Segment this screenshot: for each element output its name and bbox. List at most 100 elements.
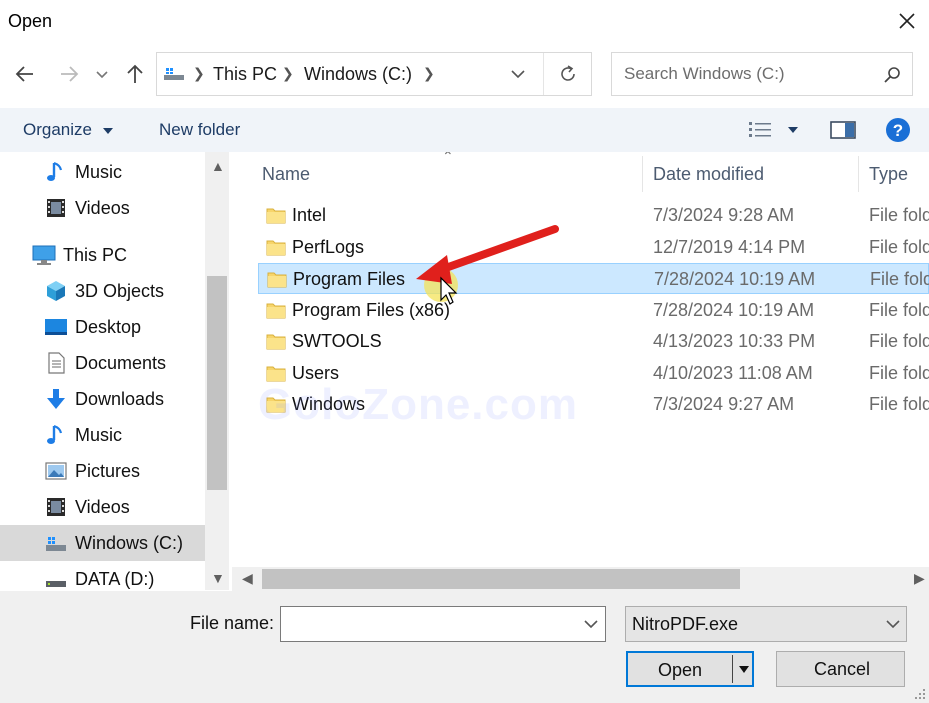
open-button[interactable]: Open <box>626 651 754 687</box>
open-button-label: Open <box>658 660 703 680</box>
refresh-icon[interactable] <box>557 63 579 85</box>
videos-icon <box>47 498 65 516</box>
file-name-label: File name: <box>190 613 275 633</box>
desktop-icon <box>45 319 67 335</box>
column-header-type[interactable]: Type <box>869 164 908 185</box>
nav-item-label: Windows (C:) <box>75 533 184 553</box>
nav-item-windows-c[interactable]: Windows (C:) <box>0 525 205 561</box>
horizontal-scrollbar-thumb[interactable] <box>262 569 740 589</box>
table-row[interactable]: Program Files (x86) 7/28/2024 10:19 AM Fil… <box>258 295 929 326</box>
up-icon[interactable] <box>121 60 149 88</box>
title-bar: Open <box>0 0 929 44</box>
nav-item-3d-objects[interactable]: 3D Objects <box>0 273 205 309</box>
nav-item-pictures[interactable]: Pictures <box>0 453 205 489</box>
folder-icon <box>266 238 286 256</box>
search-box[interactable]: Search Windows (C:) <box>611 52 913 96</box>
drive-icon <box>164 68 184 80</box>
horizontal-scrollbar[interactable]: ◀ ▶ <box>232 567 929 591</box>
breadcrumb-windows-c[interactable]: Windows (C:) <box>304 64 412 85</box>
nav-item-label: Desktop <box>75 317 142 337</box>
column-header-date[interactable]: Date modified <box>653 164 764 185</box>
cancel-button[interactable]: Cancel <box>776 651 905 687</box>
recent-locations-icon[interactable] <box>92 60 112 88</box>
nav-item-downloads[interactable]: Downloads <box>0 381 205 417</box>
music-icon <box>47 424 63 444</box>
file-type: File fold <box>869 331 929 351</box>
address-bar[interactable]: ❯ This PC ❯ Windows (C:) ❯ <box>156 52 592 96</box>
folder-icon <box>266 301 286 319</box>
file-name-input[interactable] <box>280 606 606 642</box>
back-icon[interactable] <box>11 60 39 88</box>
nav-item-label: Videos <box>75 198 130 218</box>
table-row[interactable]: SWTOOLS 4/13/2023 10:33 PM File fold <box>258 326 929 357</box>
file-date-modified: 7/28/2024 10:19 AM <box>654 269 816 289</box>
preview-pane-icon[interactable] <box>830 120 856 140</box>
nav-item-label: This PC <box>63 245 128 265</box>
scroll-left-icon[interactable]: ◀ <box>242 570 253 587</box>
file-date-modified: 7/3/2024 9:28 AM <box>653 205 795 225</box>
table-row[interactable]: Intel 7/3/2024 9:28 AM File fold <box>258 200 929 231</box>
watermark: GoloZone.com <box>258 380 578 429</box>
table-row[interactable]: Program Files 7/28/2024 10:19 AM File fold <box>258 263 929 294</box>
open-split-divider <box>732 655 733 683</box>
nav-item-label: Videos <box>75 497 130 517</box>
forward-icon[interactable] <box>55 60 83 88</box>
file-type: File fold <box>869 394 929 414</box>
view-menu-caret-icon[interactable] <box>786 125 800 135</box>
organize-button[interactable]: Organize <box>23 120 92 140</box>
nav-item-videos[interactable]: Videos <box>0 489 205 525</box>
resize-grip-icon[interactable] <box>914 688 926 700</box>
nav-item-music[interactable]: Music <box>0 154 205 190</box>
nav-item-label: 3D Objects <box>75 281 165 301</box>
nav-item-data-d[interactable]: DATA (D:) <box>0 561 205 590</box>
nav-item-label: Pictures <box>75 461 141 481</box>
3d-objects-icon <box>47 281 65 301</box>
column-header-name[interactable]: Name <box>262 164 310 185</box>
file-name: Program Files (x86) <box>292 300 451 320</box>
drive-icon <box>46 537 66 551</box>
nav-item-documents[interactable]: Documents <box>0 345 205 381</box>
nav-item-music[interactable]: Music <box>0 417 205 453</box>
file-type: File fold <box>869 237 929 257</box>
computer-icon <box>32 245 56 265</box>
breadcrumb-this-pc[interactable]: This PC <box>213 64 277 85</box>
new-folder-button[interactable]: New folder <box>159 120 240 140</box>
help-icon[interactable]: ? <box>885 117 911 143</box>
caret-down-icon[interactable] <box>101 126 115 136</box>
table-row[interactable]: PerfLogs 12/7/2019 4:14 PM File fold <box>258 232 929 263</box>
file-panel: File name: NitroPDF.exe Open Cancel <box>0 591 929 703</box>
documents-icon <box>48 352 65 374</box>
column-divider[interactable] <box>858 156 859 192</box>
file-name: PerfLogs <box>292 237 365 257</box>
scroll-up-icon[interactable]: ▲ <box>211 158 225 174</box>
scroll-right-icon[interactable]: ▶ <box>914 570 925 587</box>
close-icon[interactable] <box>894 8 920 34</box>
downloads-icon <box>47 389 65 409</box>
folder-icon <box>266 206 286 224</box>
file-date-modified: 12/7/2019 4:14 PM <box>653 237 806 257</box>
sort-caret-icon: ⌃ <box>442 152 454 164</box>
address-divider <box>543 53 544 95</box>
nav-item-desktop[interactable]: Desktop <box>0 309 205 345</box>
nav-scrollbar[interactable]: ▲ ▼ <box>205 152 229 590</box>
command-bar: Organize New folder ? <box>0 108 929 152</box>
column-divider[interactable] <box>642 156 643 192</box>
breadcrumb-separator: ❯ <box>282 65 294 81</box>
folder-icon <box>267 270 287 288</box>
search-input[interactable]: Search Windows (C:) <box>624 64 785 84</box>
nav-scrollbar-thumb[interactable] <box>207 276 227 490</box>
search-icon[interactable] <box>882 65 902 85</box>
scroll-down-icon[interactable]: ▼ <box>211 570 225 586</box>
chevron-down-icon[interactable] <box>884 617 902 631</box>
chevron-down-icon[interactable] <box>509 67 527 81</box>
drive-icon <box>46 581 66 587</box>
file-date-modified: 7/3/2024 9:27 AM <box>653 394 795 414</box>
file-type-filter[interactable]: NitroPDF.exe <box>625 606 907 642</box>
nav-item-this-pc[interactable]: This PC <box>0 237 205 273</box>
navigation-pane: Music Videos This PC 3D Objects Desktop … <box>0 152 230 590</box>
open-dropdown-icon[interactable] <box>738 665 750 675</box>
nav-item-label: Music <box>75 425 123 445</box>
file-name-dropdown-icon[interactable] <box>582 617 600 631</box>
view-options-icon[interactable] <box>748 120 774 140</box>
nav-item-videos[interactable]: Videos <box>0 190 205 226</box>
